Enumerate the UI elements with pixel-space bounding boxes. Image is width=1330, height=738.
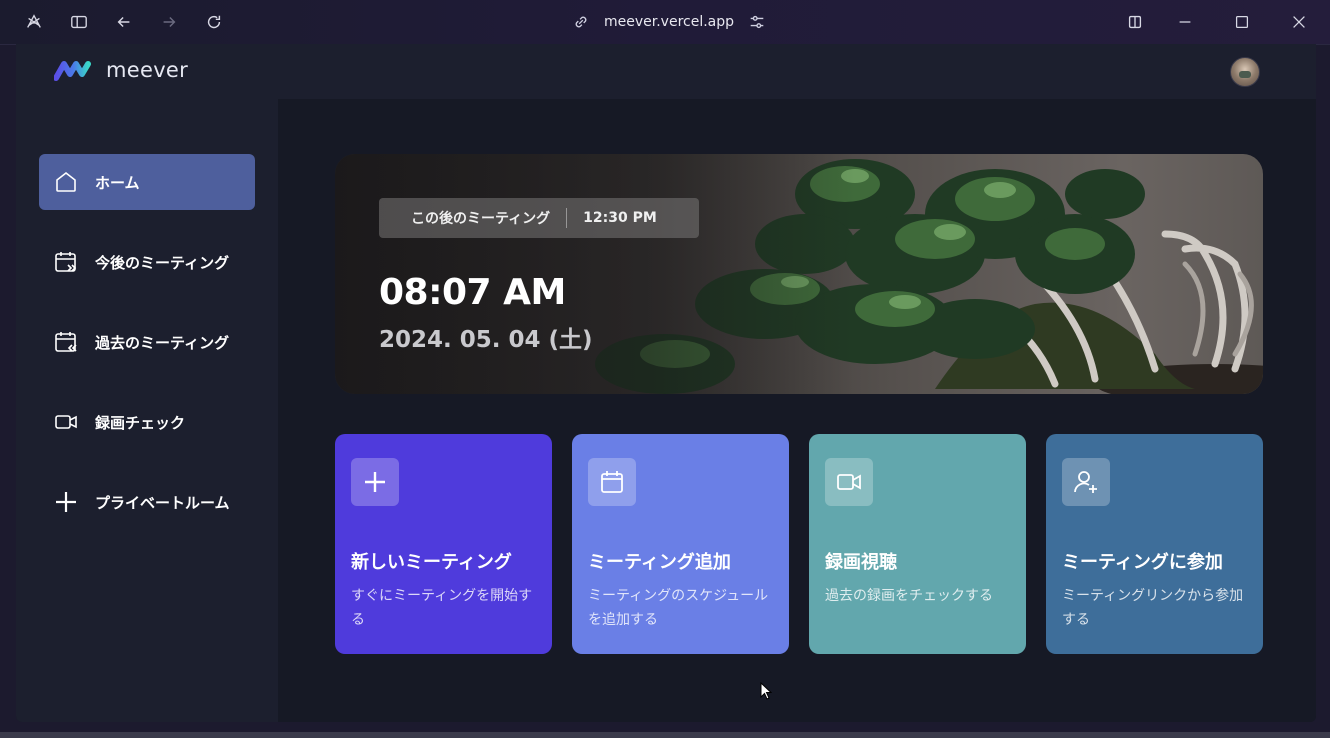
card-icon-box xyxy=(1062,458,1110,506)
sidebar-item-home[interactable]: ホーム xyxy=(39,154,255,210)
close-icon[interactable] xyxy=(1285,8,1313,36)
upcoming-time: 12:30 PM xyxy=(583,210,657,226)
sidebar-item-past[interactable]: 過去のミーティング xyxy=(39,314,255,370)
address-bar[interactable]: meever.vercel.app xyxy=(572,8,766,36)
join-meeting-card[interactable]: ミーティングに参加 ミーティングリンクから参加する xyxy=(1046,434,1263,654)
window-bottom-edge xyxy=(0,732,1330,738)
avatar[interactable] xyxy=(1230,57,1260,87)
user-plus-icon xyxy=(1074,471,1097,493)
sidebar-item-label: 今後のミーティング xyxy=(95,253,230,272)
card-description: 過去の録画をチェックする xyxy=(825,588,993,604)
plus-icon xyxy=(56,492,76,512)
card-title: 新しいミーティング xyxy=(351,552,512,573)
card-title: 録画視聴 xyxy=(825,552,897,573)
link-icon xyxy=(575,16,587,28)
sidebar-item-label: 過去のミーティング xyxy=(95,333,230,352)
divider xyxy=(566,208,568,228)
video-icon xyxy=(837,474,861,490)
mouse-cursor-icon xyxy=(760,682,772,700)
maximize-icon[interactable] xyxy=(1228,8,1256,36)
app-name: meever xyxy=(106,58,189,82)
sidebar-item-recordings[interactable]: 録画チェック xyxy=(39,394,255,450)
sidebar-item-private-room[interactable]: プライベートルーム xyxy=(39,474,255,530)
main-content: この後のミーティング 12:30 PM 08:07 AM 2024. 05. 0… xyxy=(278,99,1316,722)
sidebar-toggle-icon[interactable] xyxy=(65,8,93,36)
calendar-back-icon xyxy=(55,332,77,352)
sidebar-item-label: プライベートルーム xyxy=(95,493,230,512)
upcoming-meeting-badge: この後のミーティング 12:30 PM xyxy=(379,198,699,238)
browser-toolbar: meever.vercel.app xyxy=(0,0,1330,45)
app-window: meever ホーム 今後のミーティング 過去のミーティング 録画チェック プラ… xyxy=(16,44,1316,722)
video-icon xyxy=(55,415,77,429)
forward-icon[interactable] xyxy=(155,8,183,36)
plus-icon xyxy=(365,472,385,492)
add-meeting-card[interactable]: ミーティング追加 ミーティングのスケジュールを追加する xyxy=(572,434,789,654)
split-view-icon[interactable] xyxy=(1121,8,1149,36)
watch-recording-card[interactable]: 録画視聴 過去の録画をチェックする xyxy=(809,434,1026,654)
minimize-icon[interactable] xyxy=(1171,8,1199,36)
reload-icon[interactable] xyxy=(200,8,228,36)
home-icon xyxy=(56,171,76,192)
sidebar-item-label: ホーム xyxy=(95,173,140,192)
upcoming-label: この後のミーティング xyxy=(411,211,551,227)
card-icon-box xyxy=(588,458,636,506)
sidebar-item-label: 録画チェック xyxy=(95,413,186,432)
meever-logo-icon xyxy=(54,61,91,81)
browser-logo-icon[interactable] xyxy=(20,8,48,36)
app-header: meever xyxy=(16,44,1316,99)
card-icon-box xyxy=(351,458,399,506)
card-description: ミーティングのスケジュールを追加する xyxy=(588,588,769,628)
card-description: ミーティングリンクから参加する xyxy=(1062,588,1244,628)
sidebar: ホーム 今後のミーティング 過去のミーティング 録画チェック プライベートルーム xyxy=(16,99,278,722)
sidebar-item-upcoming[interactable]: 今後のミーティング xyxy=(39,234,255,290)
back-icon[interactable] xyxy=(110,8,138,36)
card-title: ミーティング追加 xyxy=(588,552,731,573)
calendar-forward-icon xyxy=(55,252,77,272)
card-description: すぐにミーティングを開始する xyxy=(351,588,533,628)
app-logo[interactable]: meever xyxy=(54,58,188,82)
site-settings-icon[interactable] xyxy=(748,13,766,31)
url-text: meever.vercel.app xyxy=(604,14,735,30)
new-meeting-card[interactable]: 新しいミーティング すぐにミーティングを開始する xyxy=(335,434,552,654)
card-icon-box xyxy=(825,458,873,506)
hero-banner: この後のミーティング 12:30 PM 08:07 AM 2024. 05. 0… xyxy=(335,154,1263,394)
current-time: 08:07 AM xyxy=(379,272,566,313)
calendar-icon xyxy=(601,471,623,493)
card-title: ミーティングに参加 xyxy=(1062,552,1223,573)
current-date: 2024. 05. 04 (土) xyxy=(379,327,593,353)
